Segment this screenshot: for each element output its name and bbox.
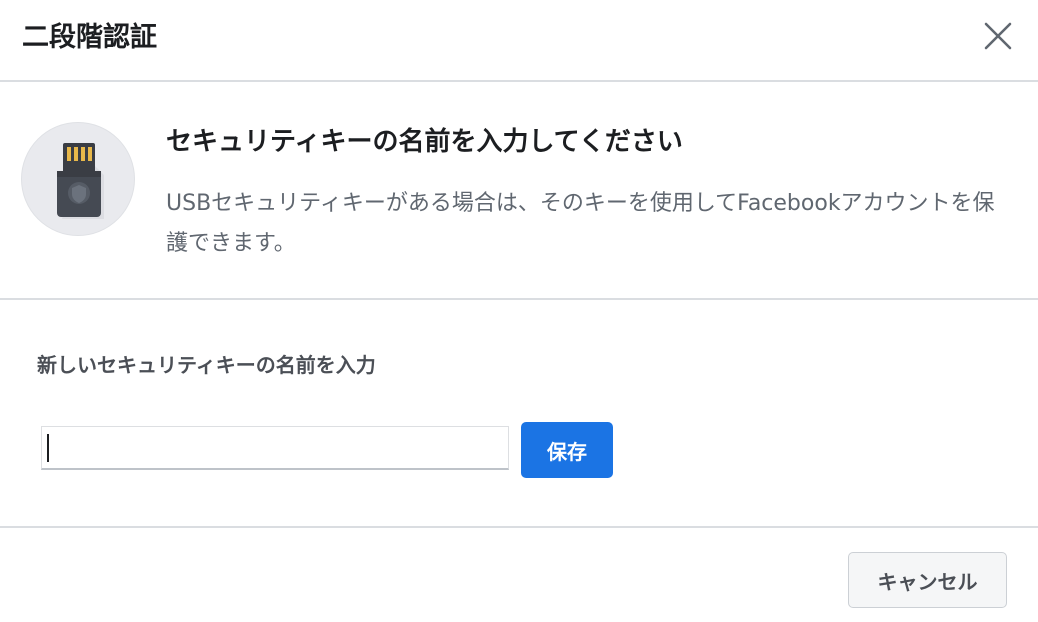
- text-caret: [47, 434, 49, 462]
- intro-description: USBセキュリティキーがある場合は、そのキーを使用してFacebookアカウント…: [166, 191, 995, 256]
- close-icon: [984, 22, 1012, 50]
- usb-security-key-icon: [21, 122, 135, 236]
- key-name-form: 新しいセキュリティキーの名前を入力 保存: [0, 300, 1038, 528]
- cancel-button[interactable]: キャンセル: [848, 552, 1007, 608]
- key-name-label: 新しいセキュリティキーの名前を入力: [37, 353, 376, 377]
- intro-heading: セキュリティキーの名前を入力してください: [166, 127, 683, 157]
- key-name-input[interactable]: [41, 426, 509, 470]
- dialog-footer: キャンセル: [0, 528, 1038, 622]
- dialog-header: 二段階認証: [0, 0, 1038, 82]
- dialog-title: 二段階認証: [22, 22, 157, 53]
- save-button[interactable]: 保存: [521, 422, 613, 478]
- close-button[interactable]: [982, 20, 1014, 52]
- two-factor-dialog: 二段階認証 セキュリティキーの名前を入力してください USBセキュリティキーがあ…: [0, 0, 1038, 622]
- intro-section: セキュリティキーの名前を入力してください USBセキュリティキーがある場合は、そ…: [0, 82, 1038, 300]
